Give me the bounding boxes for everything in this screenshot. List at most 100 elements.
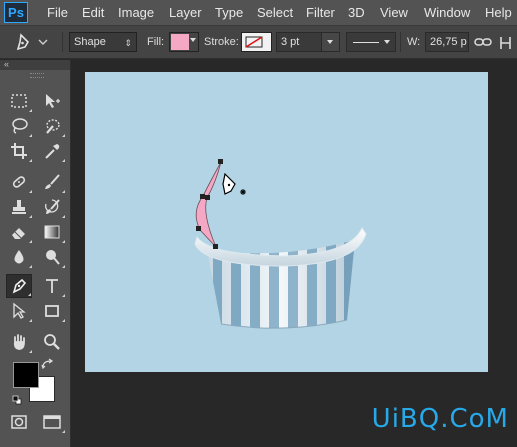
swap-arrow-icon (41, 358, 54, 370)
submenu-triangle (62, 215, 65, 218)
fill-swatch[interactable] (169, 32, 199, 52)
stroke-none-icon (245, 36, 263, 48)
quick-select-brush-icon (46, 119, 60, 134)
submenu-triangle (29, 240, 32, 243)
pen-nib-icon (12, 278, 27, 294)
options-bar: Shape ⇕ Fill: Stroke: 3 pt W: 26,75 p (0, 26, 517, 59)
width-label: W: (407, 36, 421, 48)
submenu-triangle (62, 265, 65, 268)
cupcake-artwork (194, 159, 367, 329)
submenu-triangle (62, 294, 65, 297)
pen-tool[interactable] (6, 274, 32, 298)
move-tool[interactable] (39, 89, 65, 113)
dropdown-arrow-icon (190, 38, 196, 42)
document-canvas[interactable] (85, 72, 488, 372)
pen-cursor-icon (222, 172, 246, 195)
marquee-tool[interactable] (6, 89, 32, 113)
hand-icon (13, 334, 25, 350)
height-h-icon (500, 37, 511, 49)
menu-select[interactable]: Select (257, 5, 293, 20)
menu-3d[interactable]: 3D (348, 5, 365, 20)
lasso-icon (12, 118, 28, 134)
updown-arrows-icon: ⇕ (124, 38, 132, 48)
clone-stamp-tool[interactable] (6, 195, 32, 219)
submenu-triangle (62, 430, 65, 433)
gradient-tool[interactable] (39, 220, 65, 244)
eyedropper-icon (45, 144, 60, 159)
stroke-size-field[interactable]: 3 pt (276, 32, 340, 52)
stamp-icon (12, 200, 26, 214)
panel-header: « (0, 59, 70, 70)
solid-line-icon (353, 42, 379, 43)
panel-grip[interactable] (30, 73, 44, 78)
height-label-truncated (498, 36, 514, 50)
frosting-shape-path (195, 161, 222, 248)
fill-color (171, 34, 189, 50)
fill-label: Fill: (147, 36, 165, 48)
dodge-icon (46, 250, 60, 265)
submenu-triangle (28, 293, 31, 296)
type-tool[interactable] (39, 274, 65, 298)
menu-view[interactable]: View (380, 5, 408, 20)
magnifier-icon (44, 334, 60, 350)
separator (62, 32, 63, 52)
screen-mode-button[interactable] (39, 410, 65, 434)
menu-layer[interactable]: Layer (169, 5, 202, 20)
tool-mode-value: Shape (74, 36, 106, 48)
menu-window[interactable]: Window (424, 5, 470, 20)
submenu-triangle (62, 190, 65, 193)
stroke-size-dropdown[interactable] (321, 33, 339, 51)
tool-mode-select[interactable]: Shape ⇕ (69, 32, 137, 52)
crop-tool[interactable] (6, 139, 32, 163)
stroke-swatch[interactable] (241, 32, 272, 52)
gradient-icon (44, 225, 60, 239)
eraser-icon (12, 228, 25, 239)
menu-type[interactable]: Type (215, 5, 243, 20)
move-icon (46, 94, 60, 108)
submenu-triangle (29, 159, 32, 162)
screen-mode-icon (43, 415, 61, 429)
path-arrow-icon (13, 302, 26, 319)
dropdown-arrow-icon (327, 40, 333, 44)
stroke-type-select[interactable] (346, 32, 396, 52)
menu-image[interactable]: Image (118, 5, 154, 20)
photoshop-logo: Ps (4, 2, 28, 23)
tool-preset-picker[interactable] (8, 31, 54, 53)
crop-icon (11, 143, 27, 159)
width-value: 26,75 p (430, 36, 467, 48)
hand-tool[interactable] (6, 330, 32, 354)
menu-edit[interactable]: Edit (82, 5, 104, 20)
swap-colors-button[interactable] (41, 357, 55, 370)
dodge-tool[interactable] (39, 245, 65, 269)
quick-mask-button[interactable] (6, 410, 32, 434)
zoom-tool[interactable] (39, 330, 65, 354)
blur-tool[interactable] (6, 245, 32, 269)
eraser-tool[interactable] (6, 220, 32, 244)
submenu-triangle (29, 109, 32, 112)
menu-help[interactable]: Help (485, 5, 512, 20)
rect-marquee-icon (11, 94, 27, 108)
submenu-triangle (29, 350, 32, 353)
foreground-color-swatch[interactable] (13, 362, 39, 388)
brush-tool[interactable] (39, 170, 65, 194)
submenu-triangle (62, 240, 65, 243)
lasso-tool[interactable] (6, 114, 32, 138)
path-selection-tool[interactable] (6, 299, 32, 323)
menu-file[interactable]: File (47, 5, 68, 20)
brush-icon (45, 174, 60, 189)
link-chain-icon (474, 38, 492, 46)
healing-brush-tool[interactable] (6, 170, 32, 194)
site-watermark: UiBQ.CoM (371, 404, 509, 434)
collapse-icon[interactable]: « (4, 59, 9, 69)
rectangle-tool[interactable] (39, 299, 65, 323)
width-field[interactable]: 26,75 p (425, 32, 469, 52)
bandage-icon (12, 176, 26, 188)
menu-filter[interactable]: Filter (306, 5, 335, 20)
history-brush-tool[interactable] (39, 195, 65, 219)
quick-selection-tool[interactable] (39, 114, 65, 138)
default-colors-icon (12, 395, 22, 405)
default-colors-button[interactable] (12, 392, 22, 405)
link-dimensions-button[interactable] (474, 34, 492, 50)
submenu-triangle (62, 319, 65, 322)
eyedropper-tool[interactable] (39, 139, 65, 163)
